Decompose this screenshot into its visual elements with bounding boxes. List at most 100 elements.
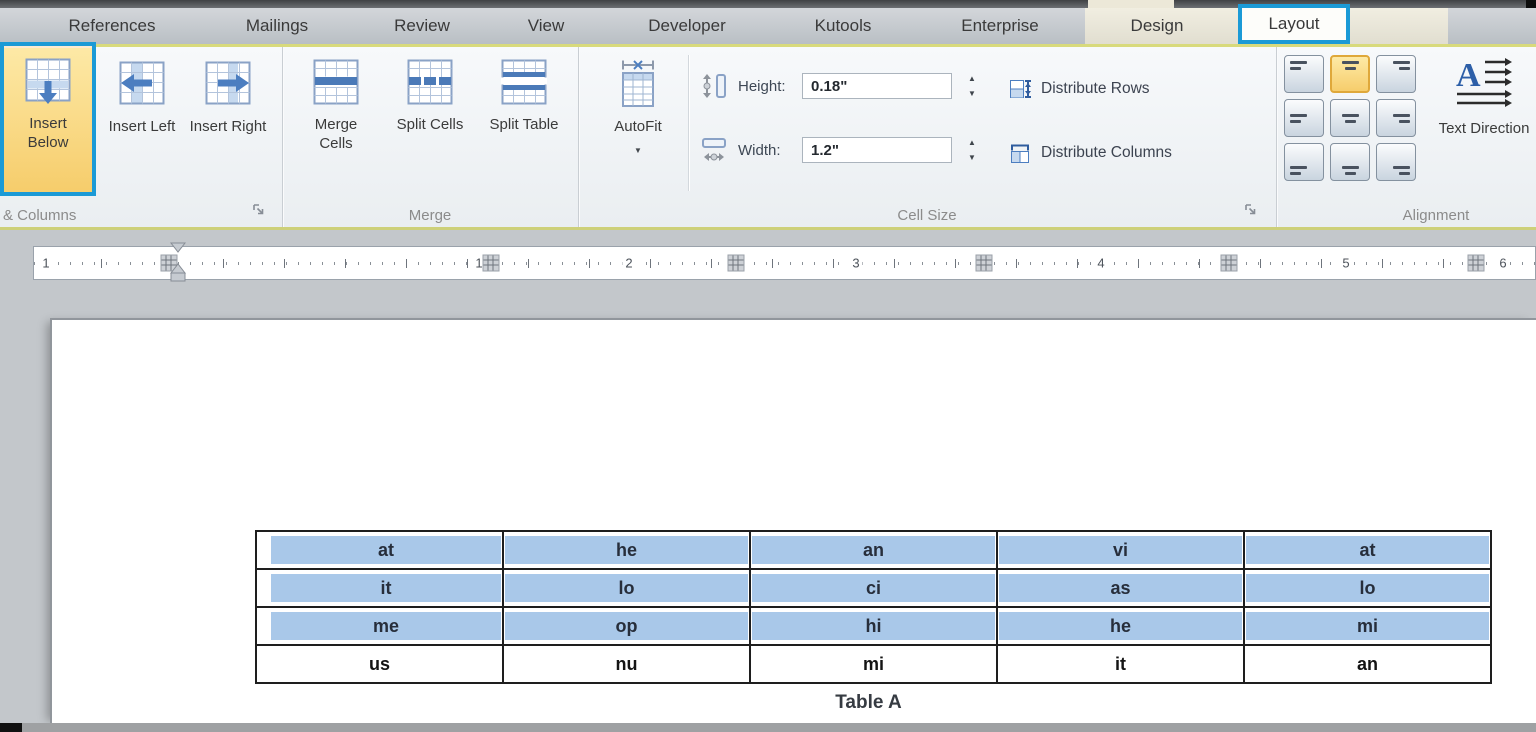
table-cell[interactable]: at (1246, 536, 1489, 564)
width-label: Width: (738, 141, 781, 159)
align-bottom-center-button[interactable] (1330, 143, 1370, 181)
table-row[interactable]: us nu mi it an (255, 644, 1492, 684)
table-cell[interactable]: us (258, 650, 501, 678)
insert-right-label: Insert Right (189, 118, 267, 135)
ruler-column-marker[interactable] (1220, 254, 1238, 272)
tab-layout-annotation-box: Layout (1238, 4, 1350, 44)
table-cell[interactable]: hi (752, 612, 995, 640)
table-cell[interactable]: nu (505, 650, 748, 678)
table-row[interactable]: at he an vi at (255, 530, 1492, 570)
rows-columns-dialog-launcher[interactable] (251, 202, 266, 222)
merge-cells-button[interactable]: Merge Cells (294, 51, 378, 193)
align-center-button[interactable] (1330, 99, 1370, 137)
bottom-corner-block (0, 723, 22, 732)
table-cell[interactable]: he (505, 536, 748, 564)
text-direction-button[interactable]: A Text Direction (1432, 53, 1536, 138)
align-icon (1393, 166, 1410, 175)
width-input[interactable] (802, 137, 952, 163)
insert-right-icon (205, 61, 251, 105)
bottom-scroll-strip[interactable] (0, 723, 1536, 732)
tab-review[interactable]: Review (384, 8, 460, 44)
ruler-column-marker[interactable] (975, 254, 993, 272)
column-width-control: Width: ▲ ▼ (700, 133, 976, 167)
align-bottom-right-button[interactable] (1376, 143, 1416, 181)
table-cell[interactable]: he (999, 612, 1242, 640)
align-icon (1290, 113, 1307, 123)
align-bottom-left-button[interactable] (1284, 143, 1324, 181)
distribute-columns-icon (1011, 144, 1029, 163)
tab-enterprise[interactable]: Enterprise (951, 8, 1048, 44)
group-label-alignment: Alignment (1402, 207, 1470, 224)
ruler-number: 6 (1496, 255, 1510, 271)
table-cell[interactable]: an (1246, 650, 1489, 678)
align-icon (1290, 61, 1307, 70)
table-cell[interactable]: mi (752, 650, 995, 678)
distribute-rows-button[interactable]: Distribute Rows (1008, 77, 1150, 101)
insert-below-annotation-box: Insert Below (0, 42, 96, 196)
insert-below-button[interactable]: Insert Below (4, 48, 92, 190)
distribute-columns-button[interactable]: Distribute Columns (1008, 141, 1172, 165)
table-cell[interactable]: an (752, 536, 995, 564)
align-icon (1393, 113, 1410, 123)
tab-kutools[interactable]: Kutools (805, 8, 882, 44)
align-top-left-button[interactable] (1284, 55, 1324, 93)
table-cell[interactable]: as (999, 574, 1242, 602)
table-cell[interactable]: me (271, 612, 501, 640)
spin-down-icon[interactable]: ▼ (968, 153, 976, 162)
table-cell[interactable]: op (505, 612, 748, 640)
merge-cells-icon (313, 59, 359, 105)
ruler-column-marker[interactable] (1467, 254, 1485, 272)
split-table-button[interactable]: Split Table (482, 51, 566, 193)
autofit-dropdown-arrow: ▼ (634, 146, 642, 155)
tab-references[interactable]: References (59, 8, 166, 44)
table-row[interactable]: me op hi he mi (255, 606, 1492, 646)
svg-text:A: A (1456, 57, 1481, 94)
group-alignment: A Text Direction Alignment (1276, 47, 1536, 227)
align-icon (1393, 61, 1410, 70)
insert-right-button[interactable]: Insert Right (186, 51, 270, 193)
align-icon (1290, 166, 1307, 175)
split-cells-button[interactable]: Split Cells (388, 51, 472, 193)
table-row[interactable]: it lo ci as lo (255, 568, 1492, 608)
table-cell[interactable]: lo (505, 574, 748, 602)
ruler-column-marker[interactable] (727, 254, 745, 272)
indent-marker-icon[interactable] (170, 242, 186, 284)
table-cell[interactable]: vi (999, 536, 1242, 564)
align-top-right-button[interactable] (1376, 55, 1416, 93)
distribute-rows-icon (1010, 80, 1031, 98)
align-center-right-button[interactable] (1376, 99, 1416, 137)
cell-size-dialog-launcher[interactable] (1243, 202, 1258, 222)
tab-layout[interactable]: Layout (1268, 14, 1319, 34)
word-table[interactable]: at he an vi at it lo ci as lo me op hi h… (255, 530, 1492, 684)
spin-up-icon[interactable]: ▲ (968, 74, 976, 83)
ruler-column-marker[interactable] (482, 254, 500, 272)
align-center-left-button[interactable] (1284, 99, 1324, 137)
spin-down-icon[interactable]: ▼ (968, 89, 976, 98)
ruler-number: 4 (1094, 255, 1108, 271)
table-cell[interactable]: at (271, 536, 501, 564)
table-cell[interactable]: lo (1246, 574, 1489, 602)
split-cells-icon (407, 59, 453, 105)
autofit-button[interactable]: AutoFit ▼ (600, 51, 676, 193)
tab-developer[interactable]: Developer (638, 8, 736, 44)
group-label-merge: Merge (408, 207, 452, 224)
column-width-icon (702, 138, 726, 161)
table-cell[interactable]: mi (1246, 612, 1489, 640)
tab-view[interactable]: View (518, 8, 575, 44)
table-cell[interactable]: ci (752, 574, 995, 602)
tab-design[interactable]: Design (1121, 8, 1194, 44)
spin-up-icon[interactable]: ▲ (968, 138, 976, 147)
table-cell[interactable]: it (271, 574, 501, 602)
horizontal-ruler[interactable]: 1 1 2 3 4 5 6 (33, 246, 1536, 280)
insert-left-button[interactable]: Insert Left (100, 51, 184, 193)
document-area: 1 1 2 3 4 5 6 at he an vi at it lo ci as… (0, 230, 1536, 732)
height-input[interactable] (802, 73, 952, 99)
height-spinner[interactable]: ▲ ▼ (968, 74, 976, 98)
ruler-number: 3 (849, 255, 863, 271)
align-top-center-button[interactable] (1330, 55, 1370, 93)
insert-below-icon (25, 58, 71, 104)
width-spinner[interactable]: ▲ ▼ (968, 138, 976, 162)
table-cell[interactable]: it (999, 650, 1242, 678)
tab-mailings[interactable]: Mailings (236, 8, 318, 44)
document-page[interactable]: at he an vi at it lo ci as lo me op hi h… (50, 318, 1536, 725)
